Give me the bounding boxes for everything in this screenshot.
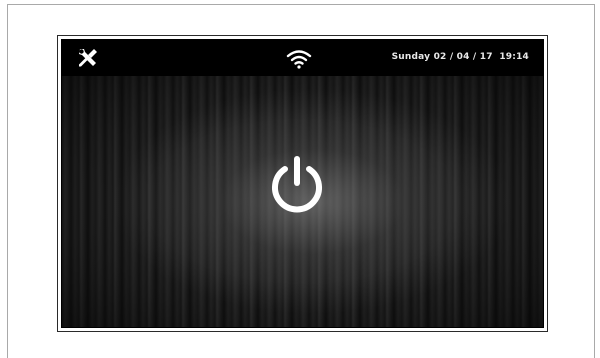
wifi-icon — [286, 50, 312, 69]
page: Sunday 02 / 04 / 17 19:14 — [0, 0, 600, 358]
datetime-display: Sunday 02 / 04 / 17 19:14 — [392, 52, 529, 62]
date-label: 02 / 04 / 17 — [433, 52, 493, 62]
touch-screen: Sunday 02 / 04 / 17 19:14 — [61, 39, 544, 328]
device-display-frame: Sunday 02 / 04 / 17 19:14 — [57, 35, 548, 332]
day-label: Sunday — [391, 52, 431, 62]
status-bar: Sunday 02 / 04 / 17 19:14 — [62, 40, 543, 76]
power-icon[interactable] — [265, 153, 329, 217]
time-label: 19:14 — [499, 52, 529, 62]
tools-icon[interactable] — [76, 46, 100, 70]
